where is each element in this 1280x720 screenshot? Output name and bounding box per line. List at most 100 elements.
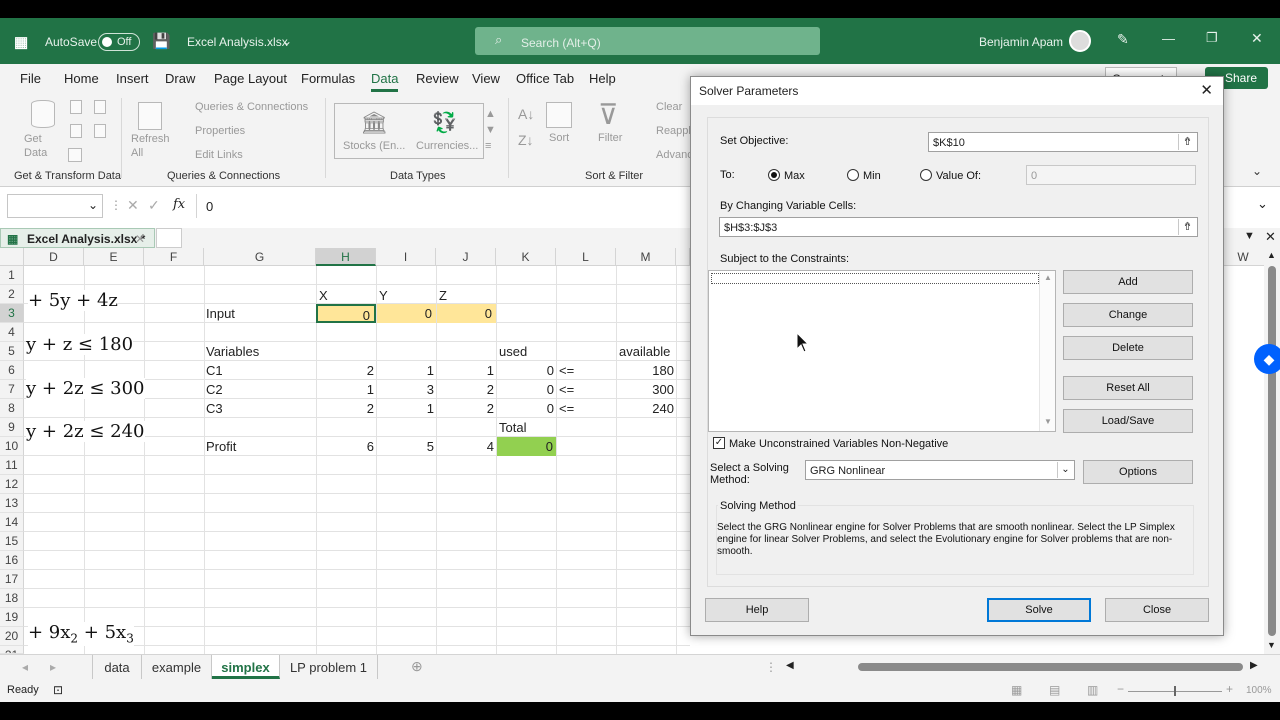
page-break-view-icon[interactable]: ▥ — [1087, 683, 1098, 697]
cell-m8[interactable]: 240 — [616, 399, 674, 418]
changing-cells-field[interactable]: $H$3:$J$3 ⇮ — [719, 217, 1198, 237]
cell-i7[interactable]: 3 — [376, 380, 434, 399]
options-button[interactable]: Options — [1083, 460, 1193, 484]
zoom-out-icon[interactable]: − — [1117, 682, 1124, 696]
column-header[interactable]: H — [316, 248, 376, 266]
insert-function-icon[interactable]: fx — [173, 197, 185, 212]
column-header[interactable]: G — [204, 248, 316, 266]
cell-g3[interactable]: Input — [206, 304, 235, 323]
search-input[interactable]: Search (Alt+Q) ⌕ — [475, 27, 820, 55]
range-picker-icon[interactable]: ⇮ — [1178, 219, 1196, 235]
row-header[interactable]: 6 — [0, 361, 24, 380]
row-header[interactable]: 2 — [0, 285, 24, 304]
cell-j2[interactable]: Z — [439, 286, 447, 305]
scroll-down-icon[interactable]: ▼ — [1044, 417, 1052, 426]
autosave-toggle[interactable]: Off — [98, 33, 140, 51]
prev-sheet-icon[interactable]: ◂ — [22, 660, 28, 674]
gallery-scroll-icon[interactable]: ▲ ▼ ≡ — [485, 106, 496, 154]
existing-connections-icon[interactable] — [68, 148, 82, 162]
from-text-icon[interactable] — [70, 100, 82, 114]
save-icon[interactable]: 💾 — [152, 32, 171, 50]
macro-record-icon[interactable]: ⊡ — [53, 683, 63, 697]
cell-h10[interactable]: 6 — [316, 437, 374, 456]
stocks-button[interactable]: Stocks (En... — [343, 140, 405, 152]
tab-view[interactable]: View — [472, 71, 500, 86]
scroll-up-icon[interactable]: ▲ — [1267, 250, 1276, 260]
max-label[interactable]: Max — [784, 170, 805, 182]
cell-j3[interactable]: 0 — [437, 304, 496, 323]
row-header[interactable]: 20 — [0, 627, 24, 646]
clear-button[interactable]: Clear — [656, 101, 682, 113]
solving-method-select[interactable]: GRG Nonlinear ⌄ — [805, 460, 1075, 480]
row-header[interactable]: 12 — [0, 475, 24, 494]
row-header[interactable]: 19 — [0, 608, 24, 627]
cell-g5[interactable]: Variables — [206, 342, 259, 361]
filter-button[interactable]: Filter — [598, 132, 622, 144]
tab-list-icon[interactable]: ▼ — [1244, 230, 1255, 242]
sort-button[interactable]: Sort — [549, 132, 569, 144]
file-name[interactable]: Excel Analysis.xlsx — [187, 35, 288, 49]
row-header[interactable]: 21 — [0, 646, 24, 654]
close-dialog-icon[interactable]: ✕ — [1200, 81, 1213, 99]
cell-k10[interactable]: 0 — [497, 437, 556, 456]
sheet-tab[interactable]: LP problem 1 — [280, 655, 378, 679]
dropbox-icon[interactable]: ◆ — [1254, 344, 1280, 374]
cell-h8[interactable]: 2 — [316, 399, 374, 418]
chevron-down-icon[interactable]: ⌄ — [1057, 462, 1073, 478]
page-layout-view-icon[interactable]: ▤ — [1049, 683, 1060, 697]
row-header[interactable]: 7 — [0, 380, 24, 399]
formula-input[interactable]: 0 — [206, 199, 213, 214]
row-header[interactable]: 10 — [0, 437, 24, 456]
column-header[interactable]: D — [24, 248, 84, 266]
constraints-list[interactable]: ▲ ▼ — [708, 270, 1056, 432]
row-header[interactable]: 11 — [0, 456, 24, 475]
cell-i2[interactable]: Y — [379, 286, 388, 305]
help-button[interactable]: Help — [705, 598, 809, 622]
name-box[interactable]: ⌄ — [7, 194, 103, 218]
tab-formulas[interactable]: Formulas — [301, 71, 355, 86]
cancel-icon[interactable]: ✕ — [127, 197, 139, 214]
zoom-slider[interactable] — [1128, 686, 1222, 696]
from-web-icon[interactable] — [94, 100, 106, 114]
tab-review[interactable]: Review — [416, 71, 459, 86]
cell-k5[interactable]: used — [499, 342, 527, 361]
recent-sources-icon[interactable] — [94, 124, 106, 138]
workbook-tab[interactable]: ▦ Excel Analysis.xlsx * ✕ — [0, 228, 155, 248]
column-header[interactable]: J — [436, 248, 496, 266]
row-header[interactable]: 1 — [0, 266, 24, 285]
scroll-up-icon[interactable]: ▲ — [1044, 273, 1052, 282]
get-data-button[interactable]: Get Data — [24, 132, 64, 160]
queries-connections-button[interactable]: Queries & Connections — [195, 101, 308, 113]
scroll-down-icon[interactable]: ▼ — [1267, 640, 1276, 650]
delete-button[interactable]: Delete — [1063, 336, 1193, 360]
cell-g6[interactable]: C1 — [206, 361, 223, 380]
add-button[interactable]: Add — [1063, 270, 1193, 294]
cell-l6[interactable]: <= — [559, 361, 574, 380]
solve-button[interactable]: Solve — [987, 598, 1091, 622]
close-tab-icon[interactable]: ✕ — [135, 232, 145, 246]
cell-g8[interactable]: C3 — [206, 399, 223, 418]
cell-l7[interactable]: <= — [559, 380, 574, 399]
range-picker-icon[interactable]: ⇮ — [1178, 134, 1196, 150]
sheet-tab-active[interactable]: simplex — [212, 655, 280, 679]
cell-g7[interactable]: C2 — [206, 380, 223, 399]
constraints-scrollbar[interactable]: ▲ ▼ — [1039, 271, 1055, 431]
min-label[interactable]: Min — [863, 170, 881, 182]
currencies-button[interactable]: Currencies... — [416, 140, 478, 152]
column-header[interactable]: L — [556, 248, 616, 266]
cell-m7[interactable]: 300 — [616, 380, 674, 399]
vertical-scrollbar[interactable]: ▲ ▼ — [1264, 248, 1280, 654]
scroll-left-icon[interactable]: ◀ — [786, 660, 794, 671]
row-header[interactable]: 18 — [0, 589, 24, 608]
tab-data[interactable]: Data — [371, 71, 399, 92]
cell-k8[interactable]: 0 — [496, 399, 554, 418]
nonneg-label[interactable]: Make Unconstrained Variables Non-Negativ… — [729, 438, 948, 450]
cell-m5[interactable]: available — [619, 342, 670, 361]
edit-links-button[interactable]: Edit Links — [195, 149, 243, 161]
column-header[interactable]: F — [144, 248, 204, 266]
cell-l8[interactable]: <= — [559, 399, 574, 418]
cell-k7[interactable]: 0 — [496, 380, 554, 399]
value-of-label[interactable]: Value Of: — [936, 170, 981, 182]
sort-asc-icon[interactable]: A↓ — [518, 106, 534, 122]
cell-j8[interactable]: 2 — [436, 399, 494, 418]
